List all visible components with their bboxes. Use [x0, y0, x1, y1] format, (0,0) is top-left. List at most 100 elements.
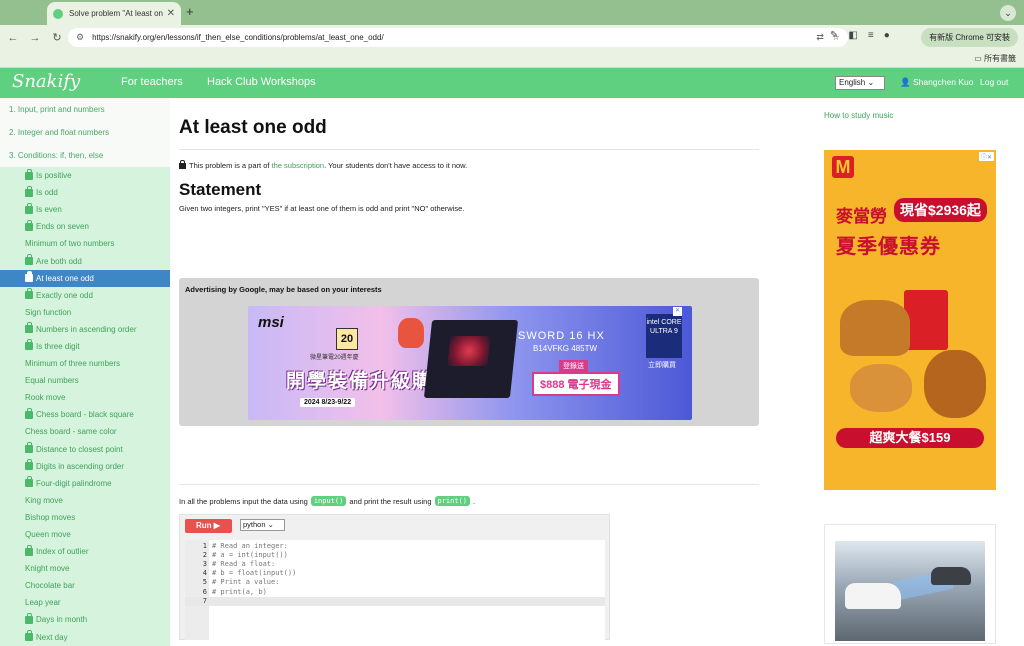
msi-dates: 2024 8/23-9/22 [300, 398, 356, 407]
tab-search-icon[interactable]: ⌄ [1000, 5, 1016, 21]
run-button[interactable]: Run ▶ [185, 519, 232, 533]
msi-sub-text: 微星筆電20週年慶 [310, 355, 359, 361]
sidebar-problem-item[interactable]: Queen move [0, 526, 170, 543]
new-tab-icon[interactable]: + [186, 4, 194, 19]
msi-model: SWORD 16 HX [518, 330, 605, 342]
car-ad[interactable] [824, 524, 996, 644]
sidebar-problem-item[interactable]: Equal numbers [0, 372, 170, 389]
car-ad-image [835, 541, 985, 641]
sidebar-problem-item[interactable]: Digits in ascending order [0, 458, 170, 475]
sidebar-problem-label: Four-digit palindrome [36, 478, 112, 488]
back-icon[interactable]: ← [6, 32, 20, 44]
site-info-icon[interactable]: ⚙ [76, 32, 84, 43]
code-area[interactable]: 1 # Read an integer: 2 # a = int(input()) 3 #… [185, 540, 605, 640]
sidebar-section-2[interactable]: 2. Integer and float numbers [0, 121, 170, 144]
ad-close-icon[interactable]: ⓘ✕ [978, 152, 994, 161]
snakify-logo[interactable]: Snakify [12, 71, 80, 92]
line-number: 5 [202, 578, 207, 587]
notice-suffix: . Your students don't have access to it … [324, 161, 468, 170]
intel-badge: intel CORE ULTRA 9 [646, 314, 682, 358]
sidebar-section-3[interactable]: 3. Conditions: if, then, else [0, 144, 170, 167]
code-line[interactable]: 1 # Read an integer: [185, 542, 605, 551]
language-select[interactable]: English ⌄ [835, 76, 885, 90]
sidebar-problem-item[interactable]: Sign function [0, 304, 170, 321]
sidebar-problem-label: Index of outlier [36, 547, 89, 557]
sidebar-problem-label: Are both odd [36, 256, 82, 266]
language-dropdown[interactable]: python ⌄ [240, 519, 285, 531]
sidebar-problem-label: Leap year [25, 598, 61, 608]
sidebar-problem-label: Bishop moves [25, 512, 76, 522]
favicon-icon [53, 8, 63, 19]
sidebar-problem-label: Is even [36, 205, 62, 215]
language-value: English [839, 78, 866, 87]
browser-tab[interactable]: Solve problem "At least one o ✕ [47, 2, 181, 25]
code-line[interactable]: 2 # a = int(input()) [185, 551, 605, 560]
forward-icon[interactable]: → [28, 32, 42, 44]
sidebar-problem-item[interactable]: Are both odd [0, 252, 170, 269]
reading-list-icon[interactable]: ≡ [868, 30, 874, 41]
close-tab-icon[interactable]: ✕ [167, 8, 175, 19]
io-prefix: In all the problems input the data using [179, 496, 308, 506]
study-music-link[interactable]: How to study music [824, 111, 996, 120]
tab-title: Solve problem "At least one o [69, 9, 163, 18]
nav-for-teachers[interactable]: For teachers [121, 76, 183, 88]
profile-avatar-icon[interactable]: ● [884, 30, 890, 41]
sidebar-problem-item[interactable]: Days in month [0, 611, 170, 628]
sidebar-problem-item[interactable]: Is odd [0, 184, 170, 201]
sidebar-problem-label: Next day [36, 632, 68, 642]
sidebar-problem-item[interactable]: Is even [0, 201, 170, 218]
reload-icon[interactable]: ↻ [50, 31, 64, 44]
logout-link[interactable]: Log out [980, 77, 1008, 87]
user-name: Shangchen Kuo [912, 77, 974, 87]
sidebar-problem-item[interactable]: Knight move [0, 560, 170, 577]
lesson-sidebar: 1. Input, print and numbers 2. Integer a… [0, 98, 170, 646]
code-line[interactable]: 3 # Read a float: [185, 560, 605, 569]
subscription-link[interactable]: the subscription [272, 161, 325, 170]
divider [179, 484, 759, 485]
all-bookmarks-label: 所有書籤 [984, 54, 1016, 63]
msi-logo: msi [258, 314, 284, 331]
address-bar[interactable]: ⚙ https://snakify.org/en/lessons/if_then… [68, 28, 848, 47]
statement-text: Given two integers, print "YES" if at le… [179, 204, 465, 213]
mcdonalds-logo-icon: M [832, 156, 854, 178]
sidebar-problem-item[interactable]: Four-digit palindrome [0, 475, 170, 492]
sidebar-problem-item[interactable]: Numbers in ascending order [0, 321, 170, 338]
sidebar-problem-item[interactable]: Exactly one odd [0, 287, 170, 304]
chrome-update-button[interactable]: 有新版 Chrome 可安裝 [921, 28, 1018, 47]
code-line[interactable]: 5 # Print a value: [185, 578, 605, 587]
sidebar-problem-item[interactable]: Chess board - black square [0, 406, 170, 423]
code-line[interactable]: 6 # print(a, b) [185, 588, 605, 597]
puzzle-icon[interactable]: ◧ [848, 30, 857, 41]
extension-icon[interactable]: ✎ [830, 30, 838, 41]
sidebar-problem-label: Is three digit [36, 341, 80, 351]
all-bookmarks-button[interactable]: ▭ 所有書籤 [974, 53, 1016, 64]
msi-cash: $888 電子現金 [532, 372, 620, 396]
nav-hack-club-workshops[interactable]: Hack Club Workshops [207, 76, 316, 88]
sidebar-problem-item[interactable]: Minimum of three numbers [0, 355, 170, 372]
sidebar-problem-item[interactable]: At least one odd [0, 269, 170, 287]
translate-icon[interactable]: ⇄ [816, 32, 824, 43]
sidebar-problem-item[interactable]: Leap year [0, 594, 170, 611]
dragon-mascot-image [398, 318, 424, 348]
sidebar-section-1[interactable]: 1. Input, print and numbers [0, 98, 170, 121]
sidebar-problem-item[interactable]: Chocolate bar [0, 577, 170, 594]
msi-banner-ad[interactable]: msi 20 微星筆電20週年慶 開學裝備升級購 2024 8/23-9/22 … [248, 306, 692, 420]
sidebar-problem-item[interactable]: Minimum of two numbers [0, 235, 170, 252]
code-line[interactable]: 7 [185, 596, 605, 606]
code-line[interactable]: 4 # b = float(input()) [185, 569, 605, 578]
sidebar-problem-item[interactable]: Index of outlier [0, 543, 170, 560]
sidebar-problem-item[interactable]: Rook move [0, 389, 170, 406]
sidebar-problem-item[interactable]: Ends on seven [0, 218, 170, 235]
sidebar-problem-item[interactable]: Is positive [0, 167, 170, 184]
sidebar-problem-item[interactable]: King move [0, 492, 170, 509]
sidebar-problem-item[interactable]: Chess board - same color [0, 423, 170, 440]
sidebar-problem-item[interactable]: Is three digit [0, 338, 170, 355]
problem-list: Is positive Is odd Is even Ends on seven Min… [0, 167, 170, 646]
sidebar-problem-item[interactable]: Next day [0, 629, 170, 646]
user-link[interactable]: 👤 Shangchen Kuo [900, 77, 973, 88]
sidebar-problem-label: Digits in ascending order [36, 461, 125, 471]
mcdonalds-ad[interactable]: M ⓘ✕ 麥當勞 現省$2936起 夏季優惠券 超爽大餐$159 [824, 150, 996, 490]
ad-close-icon[interactable]: ✕ [673, 307, 682, 316]
sidebar-problem-item[interactable]: Bishop moves [0, 509, 170, 526]
sidebar-problem-item[interactable]: Distance to closest point [0, 441, 170, 458]
